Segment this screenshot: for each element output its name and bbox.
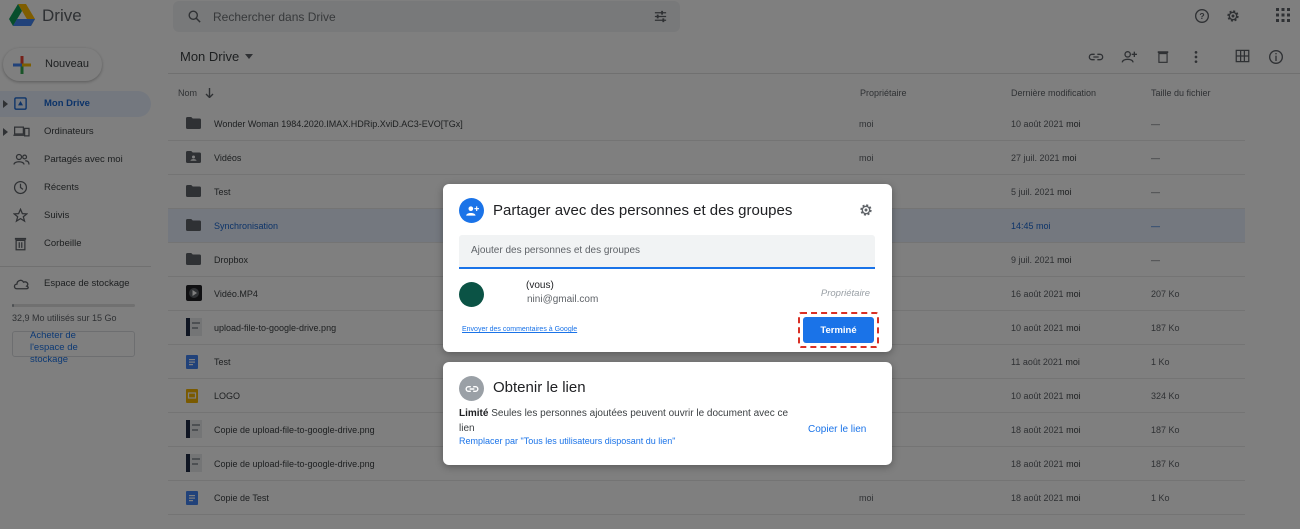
feedback-link[interactable]: Envoyer des commentaires à Google <box>462 326 577 333</box>
access-level[interactable]: Limité <box>459 408 488 419</box>
link-icon <box>464 385 479 392</box>
share-dialog: Partager avec des personnes et des group… <box>443 184 892 352</box>
person-name: (vous) <box>526 280 554 291</box>
change-access-link[interactable]: Remplacer par "Tous les utilisateurs dis… <box>459 436 676 446</box>
add-person-icon <box>465 205 479 216</box>
person-email: nini@gmail.com <box>527 294 599 305</box>
link-dialog-icon <box>459 376 484 401</box>
done-button[interactable]: Terminé <box>803 317 874 343</box>
link-dialog-title: Obtenir le lien <box>493 379 586 396</box>
copy-link-button[interactable]: Copier le lien <box>808 424 866 435</box>
share-dialog-icon <box>459 198 484 223</box>
add-people-field[interactable] <box>459 235 875 269</box>
get-link-dialog: Obtenir le lien Limité Seules les person… <box>443 362 892 465</box>
avatar <box>459 282 484 307</box>
sharing-settings-icon[interactable] <box>858 202 874 218</box>
add-people-input[interactable] <box>471 245 851 256</box>
person-role: Propriétaire <box>820 288 870 299</box>
link-access-description: Limité Seules les personnes ajoutées peu… <box>459 408 789 434</box>
share-dialog-title: Partager avec des personnes et des group… <box>493 202 793 219</box>
